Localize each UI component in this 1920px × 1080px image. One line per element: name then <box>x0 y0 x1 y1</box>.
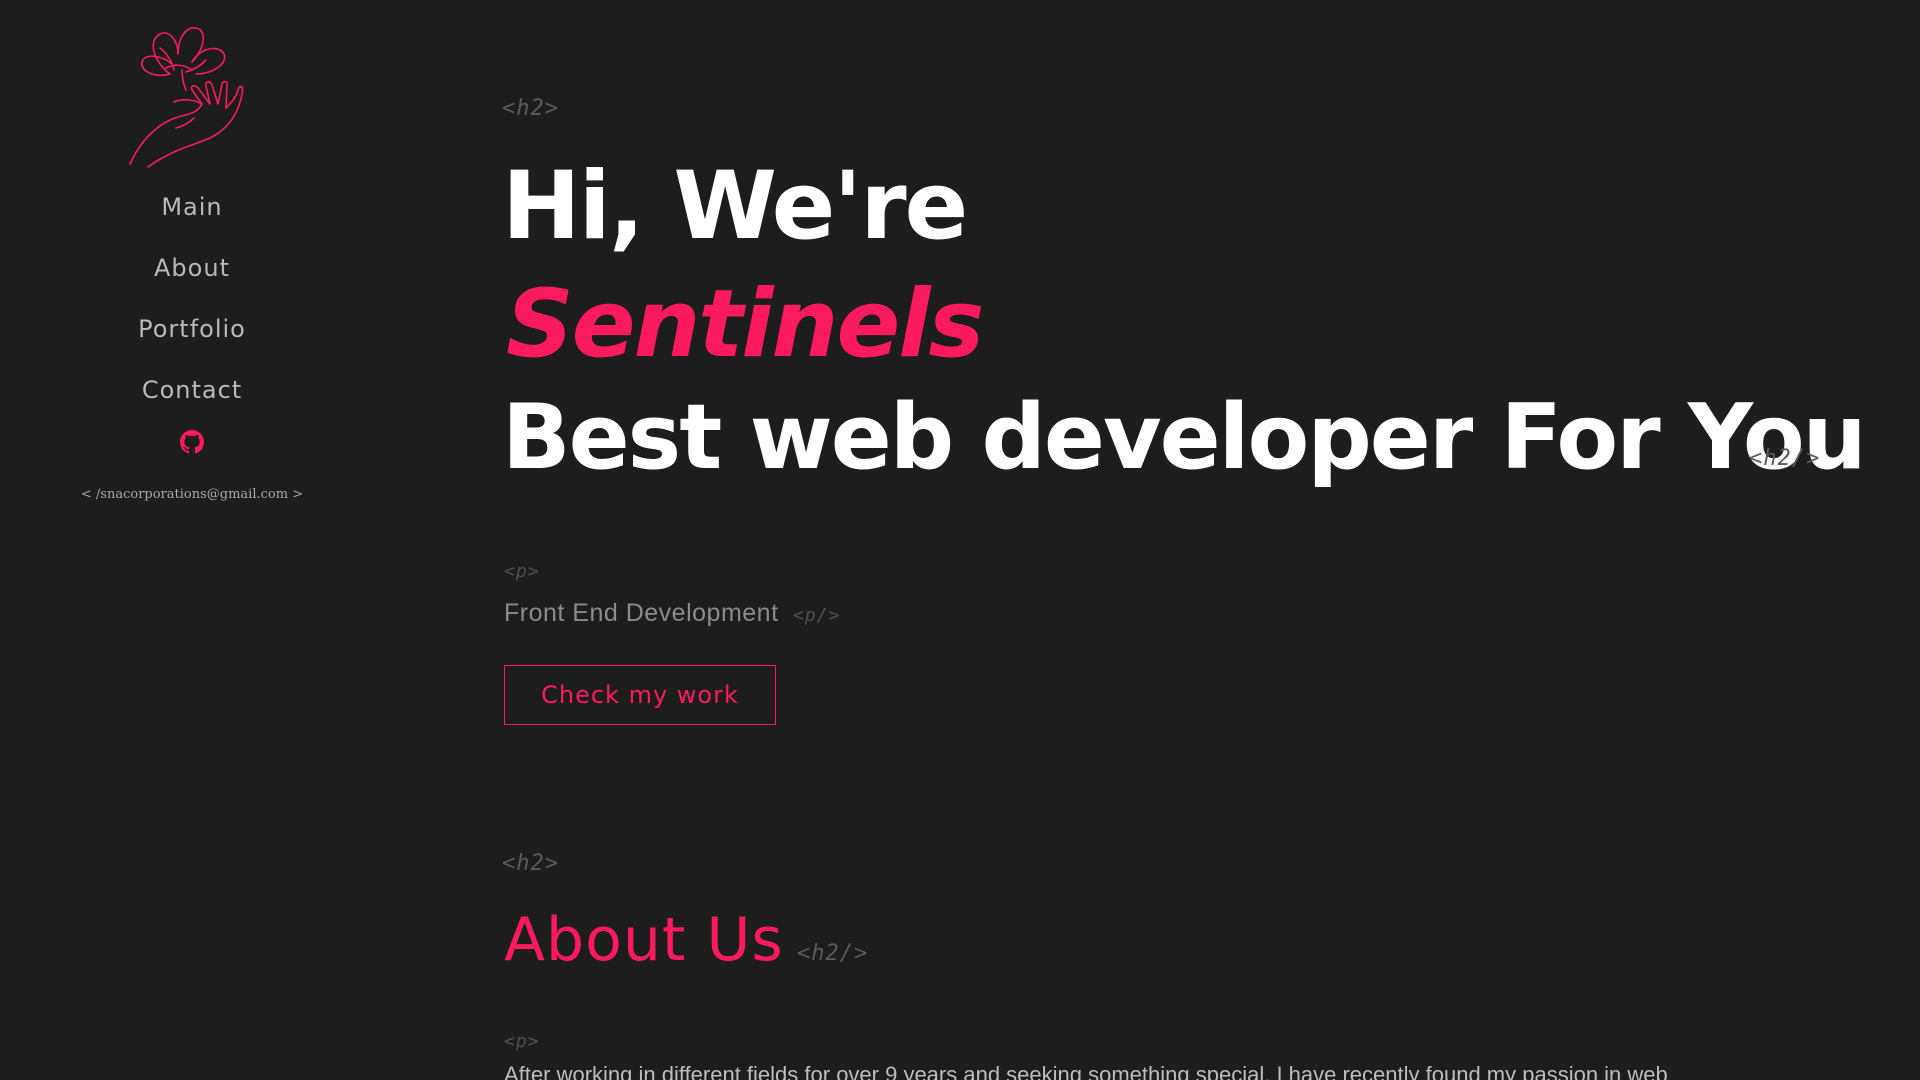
hero-brand-name: Sentinels <box>506 270 984 379</box>
about-paragraph: After working in different fields for ov… <box>504 1062 1668 1080</box>
h2-close-tag: <h2/> <box>1749 446 1821 471</box>
nav-about[interactable]: About <box>0 254 384 282</box>
nav-main[interactable]: Main <box>0 193 384 221</box>
hero-subtitle: Front End Development <box>504 599 779 627</box>
about-p-open-tag: <p> <box>504 1031 540 1052</box>
check-my-work-button[interactable]: Check my work <box>504 665 776 725</box>
hero-greeting: Hi, We're <box>502 152 968 261</box>
sidebar: Main About Portfolio Contact < /snacorpo… <box>0 0 384 1080</box>
github-icon[interactable] <box>180 430 204 454</box>
page: Main About Portfolio Contact < /snacorpo… <box>0 0 1920 1080</box>
flower-in-hand-logo-icon[interactable] <box>126 24 258 168</box>
p-close-tag: <p/> <box>793 605 841 626</box>
contact-email: < /snacorporations@gmail.com > <box>80 487 304 502</box>
about-h2-close-tag: <h2/> <box>797 941 869 966</box>
hero-tagline: Best web developer For You <box>502 385 1867 490</box>
about-title: About Us <box>504 905 784 975</box>
about-h2-open-tag: <h2> <box>502 851 559 876</box>
nav-contact[interactable]: Contact <box>0 376 384 404</box>
nav-portfolio[interactable]: Portfolio <box>0 315 384 343</box>
p-open-tag: <p> <box>504 561 540 582</box>
h2-open-tag: <h2> <box>502 96 559 121</box>
